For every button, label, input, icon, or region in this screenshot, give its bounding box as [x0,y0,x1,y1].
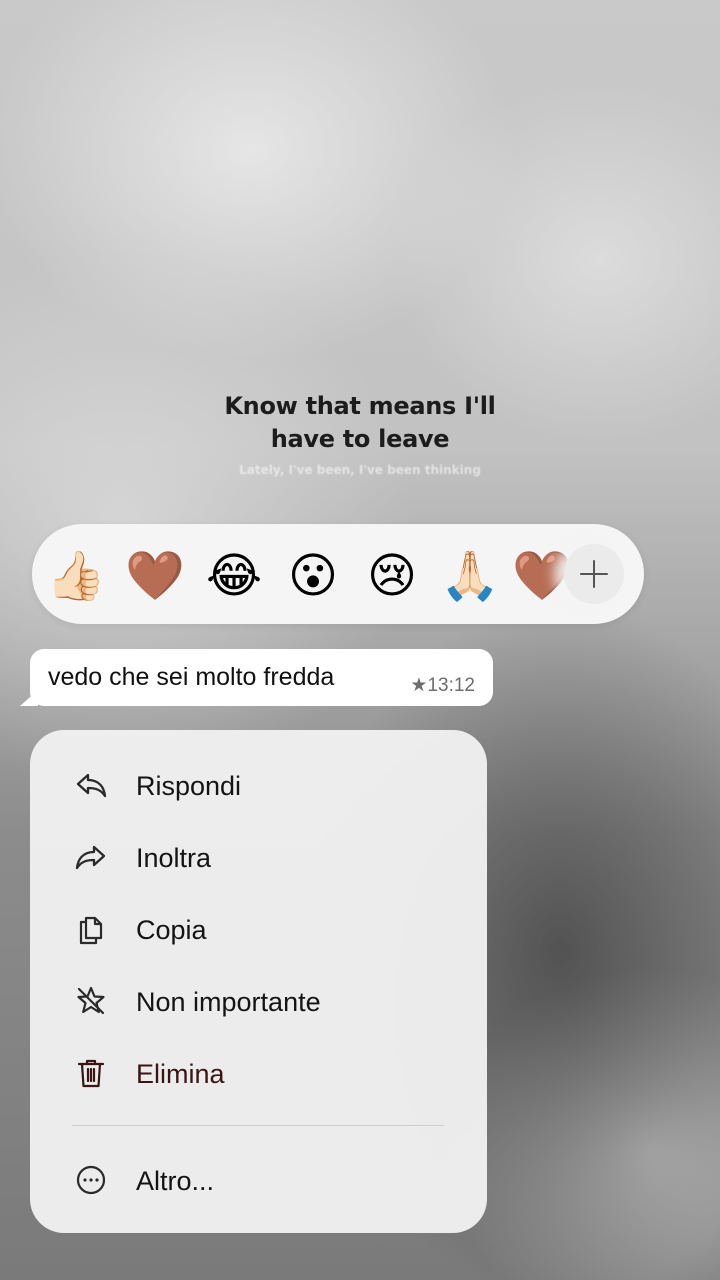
menu-item-forward[interactable]: Inoltra [30,826,487,888]
message-meta: ★13:12 [410,674,475,697]
menu-item-copy[interactable]: Copia [30,898,487,960]
trash-icon [74,1056,108,1090]
menu-item-unstar[interactable]: Non importante [30,970,487,1032]
menu-label-forward: Inoltra [136,843,212,873]
menu-label-unstar: Non importante [136,987,321,1017]
lyric-next-line: Lately, I've been, I've been thinking [239,463,481,477]
reply-icon [74,768,108,802]
reaction-laughing[interactable]: 😂 [204,546,264,606]
more-reactions-button[interactable] [564,544,624,604]
menu-label-reply: Rispondi [136,771,242,801]
unstar-icon [74,984,108,1018]
menu-item-more[interactable]: Altro... [30,1149,487,1211]
menu-label-more: Altro... [136,1166,215,1196]
message-time: 13:12 [427,675,475,696]
more-icon [74,1163,108,1197]
menu-item-delete[interactable]: Elimina [30,1042,487,1104]
forward-icon [74,840,108,874]
reaction-crying[interactable]: 😢 [362,546,422,606]
reaction-heart-2[interactable]: 🤎 [512,546,572,606]
reaction-surprised[interactable]: 😮 [283,546,343,606]
lyric-current-line: Know that means I'll have to leave [224,392,496,453]
star-icon: ★ [410,675,428,696]
reaction-thumbs-up[interactable]: 👍🏻 [46,546,106,606]
message-bubble[interactable]: vedo che sei molto fredda ★13:12 [30,649,493,706]
message-text: vedo che sei molto fredda [48,663,335,691]
menu-label-copy: Copia [136,915,207,945]
reaction-pray[interactable]: 🙏🏻 [440,546,500,606]
reaction-heart[interactable]: 🤎 [125,546,185,606]
menu-item-reply[interactable]: Rispondi [30,754,487,816]
copy-icon [74,912,108,946]
context-menu: Rispondi Inoltra Copia Non importante El… [30,730,487,1233]
reaction-bar: 👍🏻 🤎 😂 😮 😢 🙏🏻 🤎 [32,524,644,624]
menu-label-delete: Elimina [136,1059,225,1089]
lyrics-overlay: Know that means I'll have to leave Latel… [0,390,720,476]
menu-divider [72,1125,444,1126]
